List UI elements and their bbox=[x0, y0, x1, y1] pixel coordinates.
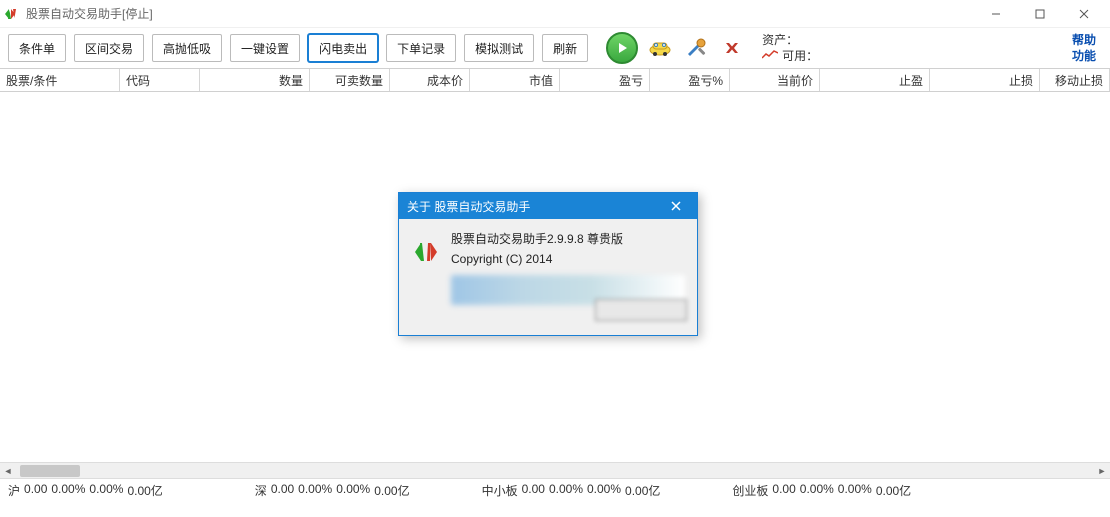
red-x-icon[interactable] bbox=[718, 34, 746, 62]
asset-label: 资产： bbox=[762, 32, 798, 48]
high-low-button[interactable]: 高抛低吸 bbox=[152, 34, 222, 62]
gem-v3: 0.00% bbox=[838, 482, 872, 499]
simulate-button[interactable]: 模拟测试 bbox=[464, 34, 534, 62]
sme-v2: 0.00% bbox=[549, 482, 583, 499]
scroll-thumb[interactable] bbox=[20, 465, 80, 477]
col-value[interactable]: 市值 bbox=[470, 69, 560, 91]
col-code[interactable]: 代码 bbox=[120, 69, 200, 91]
right-links: 帮助 功能 bbox=[1072, 32, 1102, 64]
sme-label: 中小板 bbox=[482, 482, 518, 499]
status-sz: 深 0.00 0.00% 0.00% 0.00亿 bbox=[255, 482, 410, 499]
conditions-button[interactable]: 条件单 bbox=[8, 34, 66, 62]
dialog-app-icon bbox=[411, 229, 441, 305]
close-button[interactable] bbox=[1062, 0, 1106, 28]
app-logo-icon bbox=[4, 6, 20, 22]
play-button[interactable] bbox=[606, 32, 638, 64]
dialog-title: 关于 股票自动交易助手 bbox=[407, 198, 663, 215]
col-tp[interactable]: 止盈 bbox=[820, 69, 930, 91]
col-price[interactable]: 当前价 bbox=[730, 69, 820, 91]
sh-v3: 0.00% bbox=[89, 482, 123, 499]
window-controls bbox=[974, 0, 1106, 28]
available-label: 可用： bbox=[782, 48, 818, 64]
range-trade-button[interactable]: 区间交易 bbox=[74, 34, 144, 62]
sme-v3: 0.00% bbox=[587, 482, 621, 499]
about-dialog: 关于 股票自动交易助手 股票自动交易助手2.9.9.8 尊贵版 Copyrigh… bbox=[398, 192, 698, 336]
dialog-line1: 股票自动交易助手2.9.9.8 尊贵版 bbox=[451, 229, 685, 249]
dialog-ok-button[interactable] bbox=[595, 299, 687, 321]
sz-v1: 0.00 bbox=[271, 482, 294, 499]
col-cost[interactable]: 成本价 bbox=[390, 69, 470, 91]
col-qty[interactable]: 数量 bbox=[200, 69, 310, 91]
col-stock[interactable]: 股票/条件 bbox=[0, 69, 120, 91]
dialog-line2: Copyright (C) 2014 bbox=[451, 249, 685, 269]
refresh-button[interactable]: 刷新 bbox=[542, 34, 588, 62]
gem-v1: 0.00 bbox=[772, 482, 795, 499]
gem-v4: 0.00亿 bbox=[876, 482, 911, 499]
sz-label: 深 bbox=[255, 482, 267, 499]
scroll-right-icon[interactable]: ► bbox=[1094, 463, 1110, 479]
car-icon[interactable] bbox=[646, 34, 674, 62]
col-sl[interactable]: 止损 bbox=[930, 69, 1040, 91]
status-gem: 创业板 0.00 0.00% 0.00% 0.00亿 bbox=[732, 482, 911, 499]
dialog-close-button[interactable] bbox=[663, 193, 689, 219]
col-trailing[interactable]: 移动止损 bbox=[1040, 69, 1110, 91]
sme-v4: 0.00亿 bbox=[625, 482, 660, 499]
asset-info: 资产： 可用： bbox=[762, 32, 818, 64]
sh-v1: 0.00 bbox=[24, 482, 47, 499]
titlebar: 股票自动交易助手[停止] bbox=[0, 0, 1110, 28]
sz-v2: 0.00% bbox=[298, 482, 332, 499]
settings-tools-icon[interactable] bbox=[682, 34, 710, 62]
order-log-button[interactable]: 下单记录 bbox=[386, 34, 456, 62]
toolbar: 条件单 区间交易 高抛低吸 一键设置 闪电卖出 下单记录 模拟测试 刷新 资产：… bbox=[0, 28, 1110, 68]
sz-v4: 0.00亿 bbox=[374, 482, 409, 499]
gem-label: 创业板 bbox=[732, 482, 768, 499]
help-link[interactable]: 帮助 bbox=[1072, 32, 1096, 48]
col-pnl-pct[interactable]: 盈亏% bbox=[650, 69, 730, 91]
status-sh: 沪 0.00 0.00% 0.00% 0.00亿 bbox=[8, 482, 163, 499]
gem-v2: 0.00% bbox=[800, 482, 834, 499]
status-sme: 中小板 0.00 0.00% 0.00% 0.00亿 bbox=[482, 482, 661, 499]
sh-label: 沪 bbox=[8, 482, 20, 499]
scroll-left-icon[interactable]: ◄ bbox=[0, 463, 16, 479]
window-title: 股票自动交易助手[停止] bbox=[26, 5, 974, 22]
trend-icon bbox=[762, 48, 778, 64]
one-key-setup-button[interactable]: 一键设置 bbox=[230, 34, 300, 62]
dialog-titlebar[interactable]: 关于 股票自动交易助手 bbox=[399, 193, 697, 219]
table-header: 股票/条件 代码 数量 可卖数量 成本价 市值 盈亏 盈亏% 当前价 止盈 止损… bbox=[0, 68, 1110, 92]
col-sellable[interactable]: 可卖数量 bbox=[310, 69, 390, 91]
col-pnl[interactable]: 盈亏 bbox=[560, 69, 650, 91]
dialog-text: 股票自动交易助手2.9.9.8 尊贵版 Copyright (C) 2014 bbox=[451, 229, 685, 305]
h-scrollbar[interactable]: ◄ ► bbox=[0, 462, 1110, 478]
function-link[interactable]: 功能 bbox=[1072, 48, 1096, 64]
minimize-button[interactable] bbox=[974, 0, 1018, 28]
sz-v3: 0.00% bbox=[336, 482, 370, 499]
sh-v4: 0.00亿 bbox=[127, 482, 162, 499]
flash-sell-button[interactable]: 闪电卖出 bbox=[308, 34, 378, 62]
sme-v1: 0.00 bbox=[522, 482, 545, 499]
statusbar: 沪 0.00 0.00% 0.00% 0.00亿 深 0.00 0.00% 0.… bbox=[0, 478, 1110, 502]
sh-v2: 0.00% bbox=[51, 482, 85, 499]
maximize-button[interactable] bbox=[1018, 0, 1062, 28]
